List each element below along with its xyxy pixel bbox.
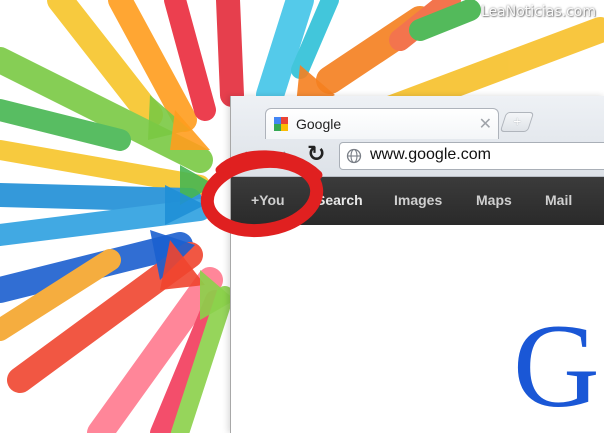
red-circle-highlight: [200, 150, 324, 238]
